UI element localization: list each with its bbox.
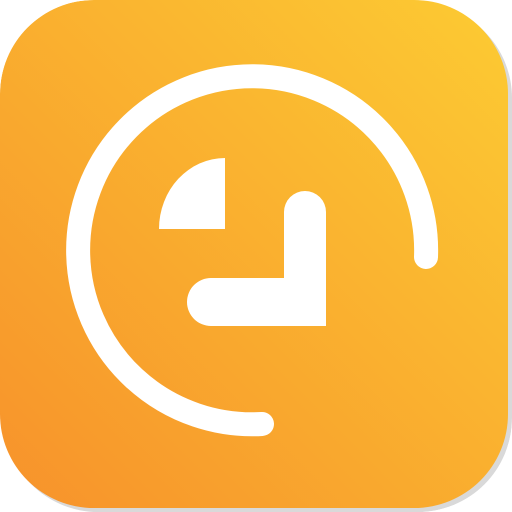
- app-icon-graphic: [0, 0, 512, 512]
- app-icon[interactable]: [0, 0, 512, 512]
